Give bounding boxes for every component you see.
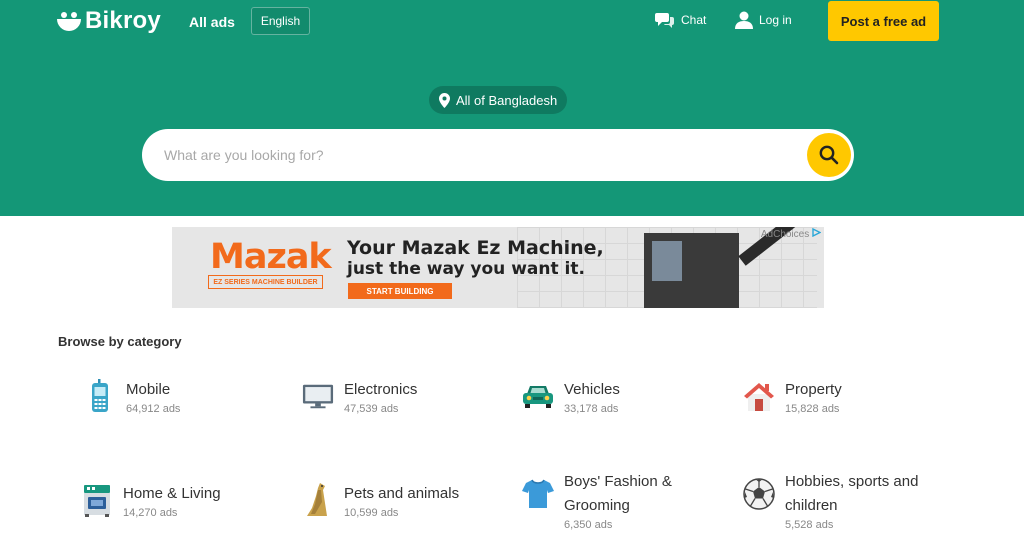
category-home-living[interactable]: Home & Living 14,270 ads: [81, 482, 221, 519]
category-count: 47,539 ads: [344, 403, 399, 415]
adchoices-icon: [812, 227, 822, 238]
furniture-icon: [81, 482, 113, 518]
chat-bubble-icon: [655, 13, 674, 28]
tshirt-icon: [522, 476, 554, 512]
ad-cta-button[interactable]: START BUILDING: [348, 283, 452, 299]
category-hobbies-sports-children[interactable]: Hobbies, sports and children 5,528 ads: [743, 470, 965, 531]
category-mobile[interactable]: Mobile 64,912 ads: [84, 378, 180, 415]
mobile-icon: [84, 378, 116, 414]
category-name: Pets and animals: [344, 485, 460, 502]
house-icon: [743, 378, 775, 414]
category-vehicles[interactable]: Vehicles 33,178 ads: [522, 378, 620, 415]
ad-machine-image: [644, 233, 739, 308]
language-button[interactable]: English: [251, 7, 310, 35]
hero-banner: Bikroy All ads English Chat Log in Post …: [0, 0, 1024, 216]
category-name: Vehicles: [564, 381, 620, 398]
search-input[interactable]: [164, 143, 784, 167]
category-count: 14,270 ads: [123, 507, 178, 519]
category-name: Hobbies, sports and children: [785, 473, 919, 514]
ad-subheadline: just the way you want it.: [347, 259, 585, 279]
search-button[interactable]: [807, 133, 851, 177]
category-name: Property: [785, 381, 842, 398]
login-link[interactable]: Log in: [735, 11, 792, 29]
browse-by-category-heading: Browse by category: [58, 334, 182, 349]
chat-link[interactable]: Chat: [655, 11, 706, 29]
category-pets-animals[interactable]: Pets and animals 10,599 ads: [302, 482, 459, 519]
adchoices-link[interactable]: AdChoices: [761, 227, 822, 240]
category-name: Boys' Fashion & Grooming: [564, 473, 672, 514]
all-ads-link[interactable]: All ads: [189, 14, 235, 30]
category-count: 15,828 ads: [785, 403, 840, 415]
ad-brand-tagline: EZ SERIES MACHINE BUILDER: [208, 275, 323, 289]
category-count: 10,599 ads: [344, 507, 399, 519]
chat-label: Chat: [681, 13, 707, 27]
post-free-ad-button[interactable]: Post a free ad: [828, 1, 939, 41]
location-selector[interactable]: All of Bangladesh: [429, 86, 568, 114]
location-pin-icon: [439, 92, 450, 108]
pet-icon: [302, 482, 334, 518]
ad-headline: Your Mazak Ez Machine,: [347, 237, 604, 259]
logo-smiley-icon: [57, 10, 81, 32]
category-count: 6,350 ads: [564, 519, 613, 531]
advertisement-banner[interactable]: Mazak EZ SERIES MACHINE BUILDER Your Maz…: [172, 227, 824, 308]
user-icon: [735, 11, 753, 29]
category-count: 5,528 ads: [785, 519, 834, 531]
category-name: Electronics: [344, 381, 418, 398]
monitor-icon: [302, 378, 334, 414]
bikroy-logo[interactable]: Bikroy: [57, 7, 161, 35]
category-count: 33,178 ads: [564, 403, 619, 415]
car-icon: [522, 378, 554, 414]
location-label: All of Bangladesh: [456, 92, 558, 108]
category-boys-fashion-grooming[interactable]: Boys' Fashion & Grooming 6,350 ads: [522, 470, 694, 531]
category-count: 64,912 ads: [126, 403, 181, 415]
logo-text: Bikroy: [85, 7, 161, 34]
category-name: Home & Living: [123, 485, 221, 502]
login-label: Log in: [759, 13, 792, 27]
category-electronics[interactable]: Electronics 47,539 ads: [302, 378, 417, 415]
search-bar: [142, 129, 854, 181]
search-icon: [819, 145, 839, 165]
ad-brand-logo: Mazak: [210, 237, 332, 277]
football-icon: [743, 476, 775, 512]
category-name: Mobile: [126, 381, 171, 398]
category-property[interactable]: Property 15,828 ads: [743, 378, 842, 415]
